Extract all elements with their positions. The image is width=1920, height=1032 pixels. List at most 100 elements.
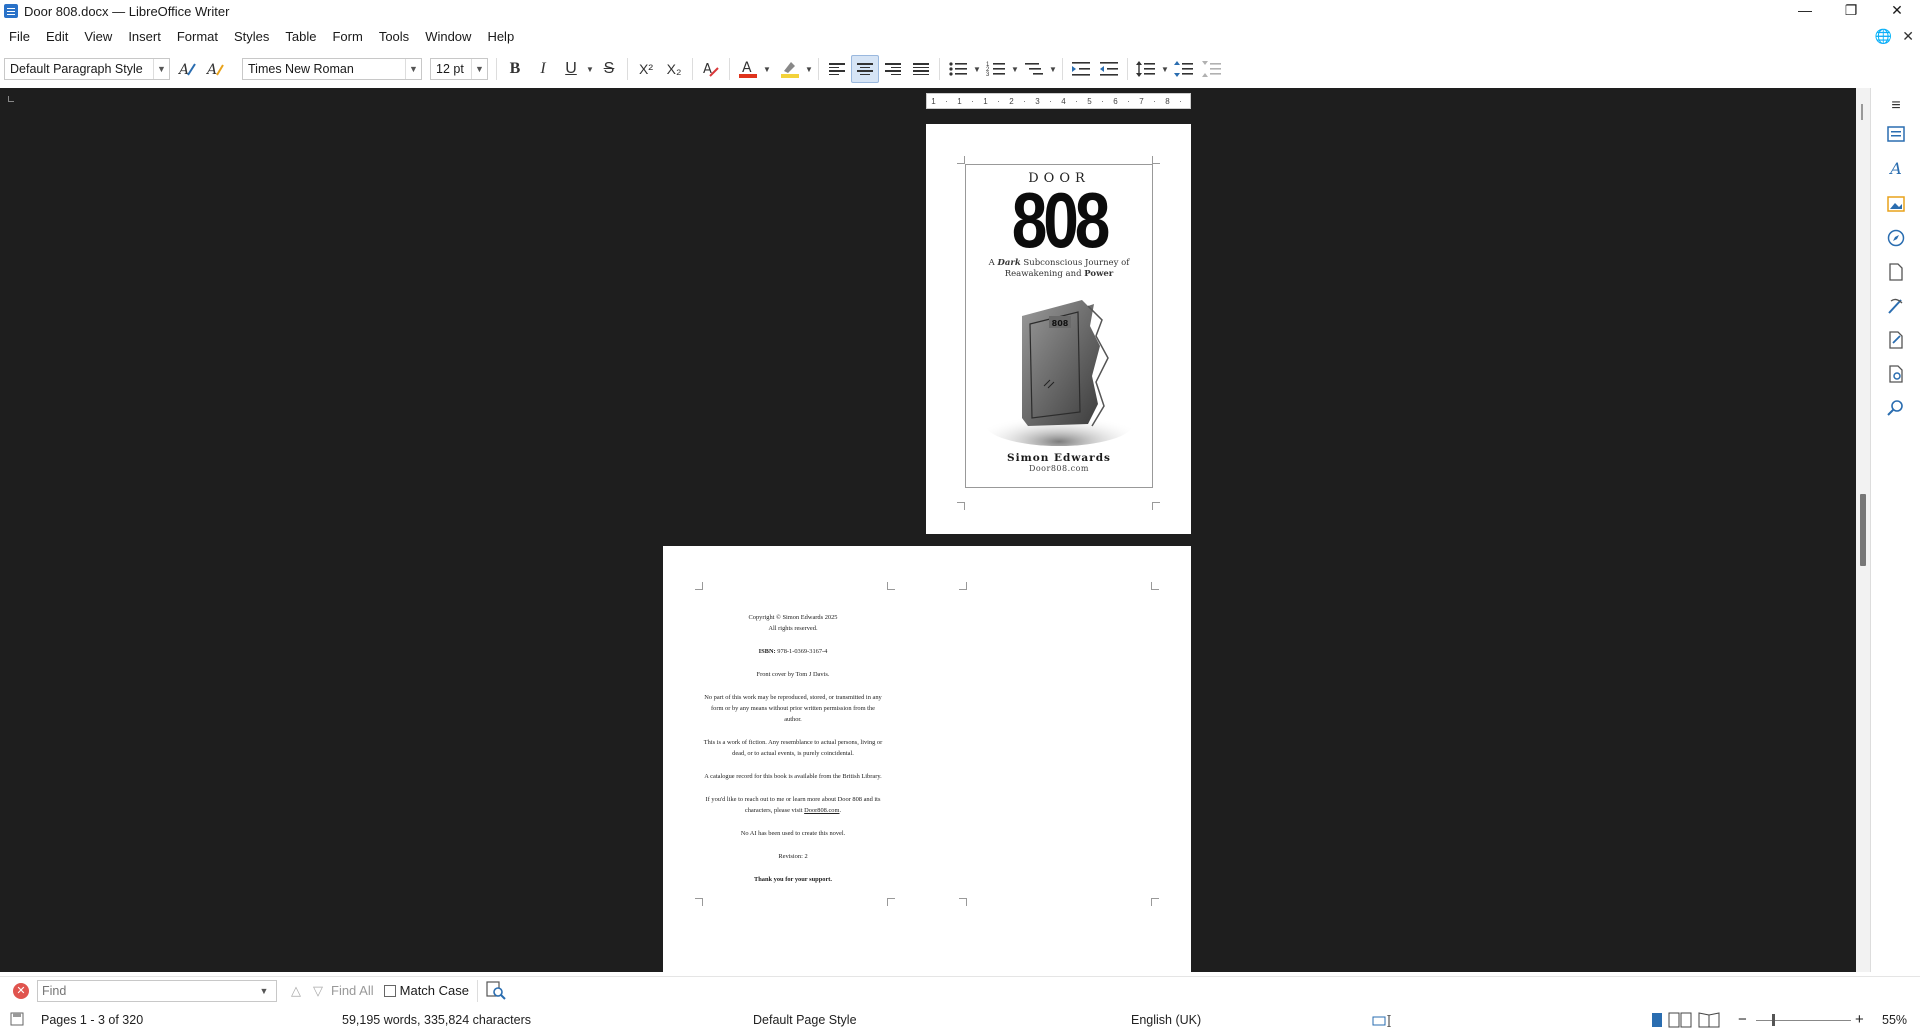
page-style[interactable]: Default Page Style	[753, 1013, 857, 1027]
cover-credit-line: Front cover by Tom J Davis.	[756, 671, 830, 678]
contact-text: If you'd like to reach out to me or lear…	[705, 796, 881, 814]
find-input[interactable]	[38, 980, 256, 1001]
menu-help[interactable]: Help	[478, 29, 521, 44]
line-spacing-icon[interactable]	[1132, 55, 1160, 83]
menu-edit[interactable]: Edit	[37, 29, 75, 44]
unordered-list-icon[interactable]	[944, 55, 972, 83]
unordered-list-dropdown-icon[interactable]: ▼	[972, 55, 982, 83]
font-color-dropdown-icon[interactable]: ▼	[762, 55, 772, 83]
book-view-icon[interactable]	[1697, 1012, 1721, 1031]
menu-view[interactable]: View	[75, 29, 119, 44]
align-right-icon[interactable]	[879, 55, 907, 83]
font-size-combo[interactable]: 12 pt ▼	[430, 58, 488, 80]
thanks-line: Thank you for your support.	[703, 874, 883, 885]
globe-icon[interactable]: 🌐	[1875, 28, 1892, 45]
language[interactable]: English (UK)	[1131, 1013, 1201, 1027]
zoom-out-button[interactable]: −	[1738, 1011, 1747, 1028]
save-status-icon[interactable]	[10, 1012, 24, 1029]
menu-window[interactable]: Window	[416, 29, 478, 44]
find-icon[interactable]	[1884, 396, 1908, 420]
italic-button[interactable]: I	[529, 55, 557, 83]
single-page-view-icon[interactable]	[1650, 1012, 1664, 1031]
font-color-button[interactable]: A	[734, 55, 762, 83]
align-justify-icon[interactable]	[907, 55, 935, 83]
find-all-button[interactable]: Find All	[331, 983, 374, 998]
align-left-icon[interactable]	[823, 55, 851, 83]
subscript-button[interactable]: X₂	[660, 55, 688, 83]
website-link[interactable]: Door808.com	[804, 807, 839, 814]
ordered-list-dropdown-icon[interactable]: ▼	[1010, 55, 1020, 83]
ordered-list-icon[interactable]: 123	[982, 55, 1010, 83]
menu-insert[interactable]: Insert	[119, 29, 168, 44]
close-document-icon[interactable]: ✕	[1902, 28, 1914, 45]
close-button[interactable]: ✕	[1874, 0, 1920, 22]
properties-icon[interactable]	[1884, 122, 1908, 146]
chevron-down-icon[interactable]: ▼	[256, 986, 272, 996]
update-style-icon[interactable]: A	[174, 55, 202, 83]
find-previous-icon[interactable]: △	[291, 983, 301, 999]
outline-list-icon[interactable]	[1020, 55, 1048, 83]
match-case-checkbox[interactable]: Match Case	[383, 983, 469, 998]
highlight-color-button[interactable]	[776, 55, 804, 83]
find-combo[interactable]: ▼	[37, 979, 277, 1002]
status-bar: Pages 1 - 3 of 320 59,195 words, 335,824…	[0, 1010, 1920, 1032]
maximize-button[interactable]: ❐	[1828, 0, 1874, 22]
paragraph-style-combo[interactable]: Default Paragraph Style ▼	[4, 58, 170, 80]
menu-format[interactable]: Format	[168, 29, 225, 44]
decrease-indent-icon[interactable]	[1095, 55, 1123, 83]
multi-page-view-icon[interactable]	[1668, 1012, 1692, 1031]
decrease-paragraph-spacing-icon[interactable]	[1198, 55, 1226, 83]
document-canvas[interactable]: 1 · 1 · 1 · 2 · 3 · 4 · 5 · 6 · 7 · 8 · …	[0, 88, 1870, 972]
zoom-in-button[interactable]: +	[1855, 1011, 1864, 1028]
chevron-down-icon[interactable]: ▼	[471, 59, 487, 79]
align-center-icon[interactable]	[851, 55, 879, 83]
style-inspector-icon[interactable]	[1884, 294, 1908, 318]
font-name-combo[interactable]: Times New Roman ▼	[242, 58, 422, 80]
underline-dropdown-icon[interactable]: ▼	[585, 55, 595, 83]
bold-button[interactable]: B	[501, 55, 529, 83]
highlight-dropdown-icon[interactable]: ▼	[804, 55, 814, 83]
page-copyright[interactable]: Copyright © Simon Edwards 2025 All right…	[663, 546, 1191, 972]
cover-image[interactable]: DOOR 808 A Dark Subconscious Journey of …	[965, 164, 1153, 488]
match-case-box[interactable]	[383, 984, 396, 997]
menu-form[interactable]: Form	[323, 29, 369, 44]
chevron-down-icon[interactable]: ▼	[405, 59, 421, 79]
increase-paragraph-spacing-icon[interactable]	[1170, 55, 1198, 83]
zoom-level[interactable]: 55%	[1882, 1013, 1907, 1027]
word-count[interactable]: 59,195 words, 335,824 characters	[342, 1013, 531, 1027]
menu-styles[interactable]: Styles	[225, 29, 276, 44]
new-style-icon[interactable]: A	[202, 55, 230, 83]
menu-table[interactable]: Table	[276, 29, 323, 44]
minimize-button[interactable]: —	[1782, 0, 1828, 22]
superscript-button[interactable]: X²	[632, 55, 660, 83]
gallery-icon[interactable]	[1884, 192, 1908, 216]
styles-icon[interactable]: A	[1884, 156, 1908, 180]
design-icon[interactable]	[1884, 362, 1908, 386]
line-spacing-dropdown-icon[interactable]: ▼	[1160, 55, 1170, 83]
menu-tools[interactable]: Tools	[370, 29, 416, 44]
scrollbar-thumb[interactable]	[1860, 494, 1866, 566]
zoom-slider-knob[interactable]	[1772, 1014, 1775, 1026]
find-next-icon[interactable]: ▽	[313, 983, 323, 999]
outline-list-dropdown-icon[interactable]: ▼	[1048, 55, 1058, 83]
svg-text:3: 3	[986, 72, 990, 78]
manage-changes-icon[interactable]	[1884, 328, 1908, 352]
chevron-down-icon[interactable]: ▼	[153, 59, 169, 79]
page-count[interactable]: Pages 1 - 3 of 320	[41, 1013, 143, 1027]
navigator-icon[interactable]	[1884, 226, 1908, 250]
page-cover[interactable]: DOOR 808 A Dark Subconscious Journey of …	[926, 124, 1191, 534]
find-replace-icon[interactable]	[482, 977, 510, 1005]
increase-indent-icon[interactable]	[1067, 55, 1095, 83]
copyright-text-block[interactable]: Copyright © Simon Edwards 2025 All right…	[703, 612, 883, 897]
sidebar-menu-icon[interactable]: ≡	[1884, 94, 1908, 118]
menu-file[interactable]: File	[0, 29, 37, 44]
clear-formatting-icon[interactable]: A	[697, 55, 725, 83]
insert-mode-icon[interactable]	[1372, 1014, 1394, 1030]
underline-button[interactable]: U	[557, 55, 585, 83]
close-find-bar-icon[interactable]: ✕	[13, 982, 29, 999]
horizontal-ruler[interactable]: 1 · 1 · 1 · 2 · 3 · 4 · 5 · 6 · 7 · 8 ·	[926, 93, 1191, 109]
zoom-slider[interactable]	[1756, 1020, 1851, 1021]
strikethrough-button[interactable]: S	[595, 55, 623, 83]
page-icon[interactable]	[1884, 260, 1908, 284]
vertical-scrollbar[interactable]	[1856, 88, 1870, 972]
